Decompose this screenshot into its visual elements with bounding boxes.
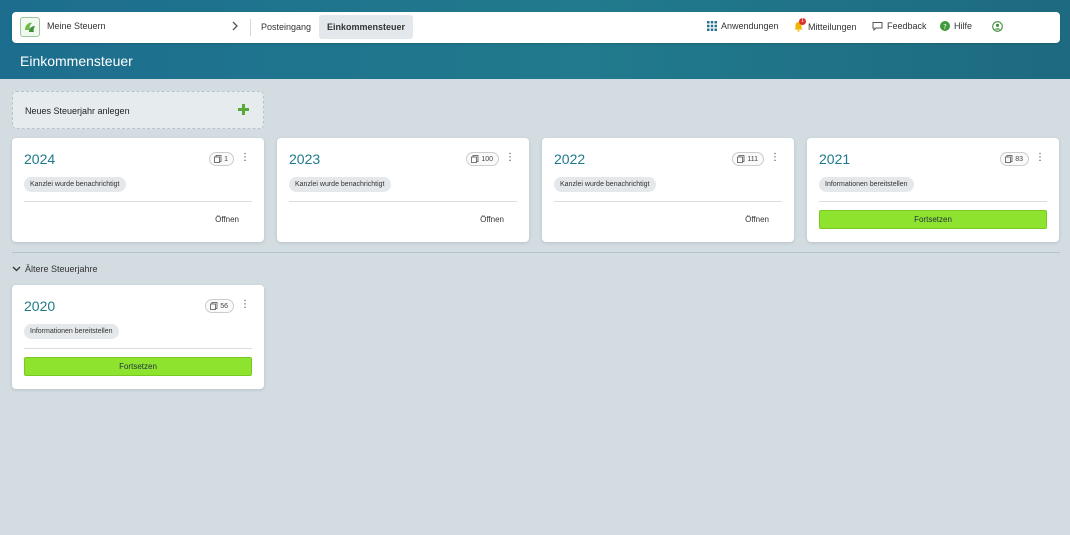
open-link[interactable]: Öffnen (745, 215, 769, 224)
tab-einkommensteuer[interactable]: Einkommensteuer (319, 15, 414, 39)
user-menu[interactable] (992, 21, 1003, 32)
svg-text:?: ? (943, 23, 947, 31)
document-count-badge[interactable]: 56 (205, 299, 234, 313)
documents-icon (471, 155, 479, 163)
help-menu[interactable]: ? Hilfe (940, 21, 972, 31)
more-options-icon[interactable]: ⋮ (505, 153, 515, 163)
status-badge: Informationen bereitstellen (24, 324, 119, 339)
documents-icon (210, 302, 218, 310)
status-badge: Informationen bereitstellen (819, 177, 914, 192)
continue-button[interactable]: Fortsetzen (819, 210, 1047, 229)
tax-year-title[interactable]: 2021 (819, 151, 850, 167)
status-badge: Kanzlei wurde benachrichtigt (554, 177, 656, 192)
card-divider (289, 201, 517, 202)
documents-icon (1005, 155, 1013, 163)
new-tax-year-label: Neues Steuerjahr anlegen (25, 106, 130, 116)
tab-posteingang[interactable]: Posteingang (253, 15, 319, 39)
help-label: Hilfe (954, 21, 973, 31)
status-badge: Kanzlei wurde benachrichtigt (24, 177, 126, 192)
older-years-label: Ältere Steuerjahre (25, 264, 98, 274)
more-options-icon[interactable]: ⋮ (240, 153, 250, 163)
card-divider (819, 201, 1047, 202)
continue-button[interactable]: Fortsetzen (24, 357, 252, 376)
help-icon: ? (940, 21, 950, 31)
document-count-badge[interactable]: 83 (1000, 152, 1029, 166)
tax-year-card: 2023 100 ⋮ Kanzlei wurde benachrichtigt … (277, 138, 529, 242)
section-divider (12, 252, 1060, 253)
tax-year-title[interactable]: 2024 (24, 151, 55, 167)
older-years-toggle[interactable]: Ältere Steuerjahre (12, 264, 98, 274)
apps-menu[interactable]: Anwendungen (707, 21, 779, 31)
app-name[interactable]: Meine Steuern (47, 21, 106, 31)
chevron-right-icon[interactable] (231, 19, 239, 36)
open-link[interactable]: Öffnen (480, 215, 504, 224)
page-title: Einkommensteuer (20, 53, 133, 69)
card-divider (24, 201, 252, 202)
messages-label: Mitteilungen (808, 21, 857, 32)
card-divider (554, 201, 782, 202)
document-count-badge[interactable]: 111 (732, 152, 764, 166)
user-icon (992, 21, 1003, 32)
tax-year-card: 2022 111 ⋮ Kanzlei wurde benachrichtigt … (542, 138, 794, 242)
tax-year-card: 2024 1 ⋮ Kanzlei wurde benachrichtigt Öf… (12, 138, 264, 242)
plus-icon[interactable] (238, 102, 249, 120)
tax-year-card: 2020 56 ⋮ Informationen bereitstellen Fo… (12, 285, 264, 389)
nav-divider (250, 19, 251, 36)
document-count: 1 (224, 155, 228, 163)
grid-icon (707, 21, 717, 31)
new-tax-year-tile[interactable]: Neues Steuerjahr anlegen (12, 91, 264, 129)
tax-year-title[interactable]: 2020 (24, 298, 55, 314)
document-count-badge[interactable]: 1 (209, 152, 234, 166)
tax-year-title[interactable]: 2022 (554, 151, 585, 167)
feedback-menu[interactable]: Feedback (872, 21, 927, 31)
messages-menu[interactable]: 1 Mitteilungen (793, 18, 857, 32)
chat-icon (872, 22, 883, 31)
document-count: 56 (220, 302, 228, 310)
status-badge: Kanzlei wurde benachrichtigt (289, 177, 391, 192)
tax-year-card: 2021 83 ⋮ Informationen bereitstellen Fo… (807, 138, 1059, 242)
documents-icon (737, 155, 745, 163)
more-options-icon[interactable]: ⋮ (240, 300, 250, 310)
documents-icon (214, 155, 222, 163)
document-count: 111 (747, 155, 758, 163)
feedback-label: Feedback (887, 21, 927, 31)
apps-label: Anwendungen (721, 21, 779, 31)
more-options-icon[interactable]: ⋮ (1035, 153, 1045, 163)
top-navigation-bar: Meine Steuern Posteingang Einkommensteue… (12, 12, 1060, 43)
chevron-down-icon (12, 266, 21, 272)
app-logo[interactable] (20, 17, 40, 37)
open-link[interactable]: Öffnen (215, 215, 239, 224)
notification-badge: 1 (799, 18, 806, 25)
logo-icon (25, 22, 35, 32)
bell-icon: 1 (793, 18, 806, 32)
more-options-icon[interactable]: ⋮ (770, 153, 780, 163)
card-divider (24, 348, 252, 349)
tax-year-title[interactable]: 2023 (289, 151, 320, 167)
document-count: 83 (1015, 155, 1023, 163)
document-count: 100 (481, 155, 493, 163)
document-count-badge[interactable]: 100 (466, 152, 499, 166)
